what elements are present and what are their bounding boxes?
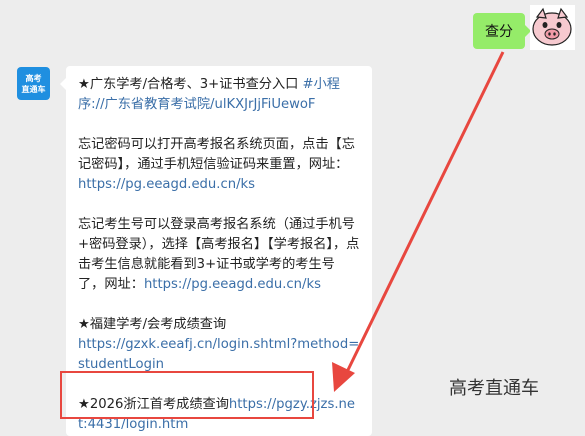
watermark: 高考直通车: [449, 378, 539, 399]
red-arrow-icon: [332, 51, 505, 392]
